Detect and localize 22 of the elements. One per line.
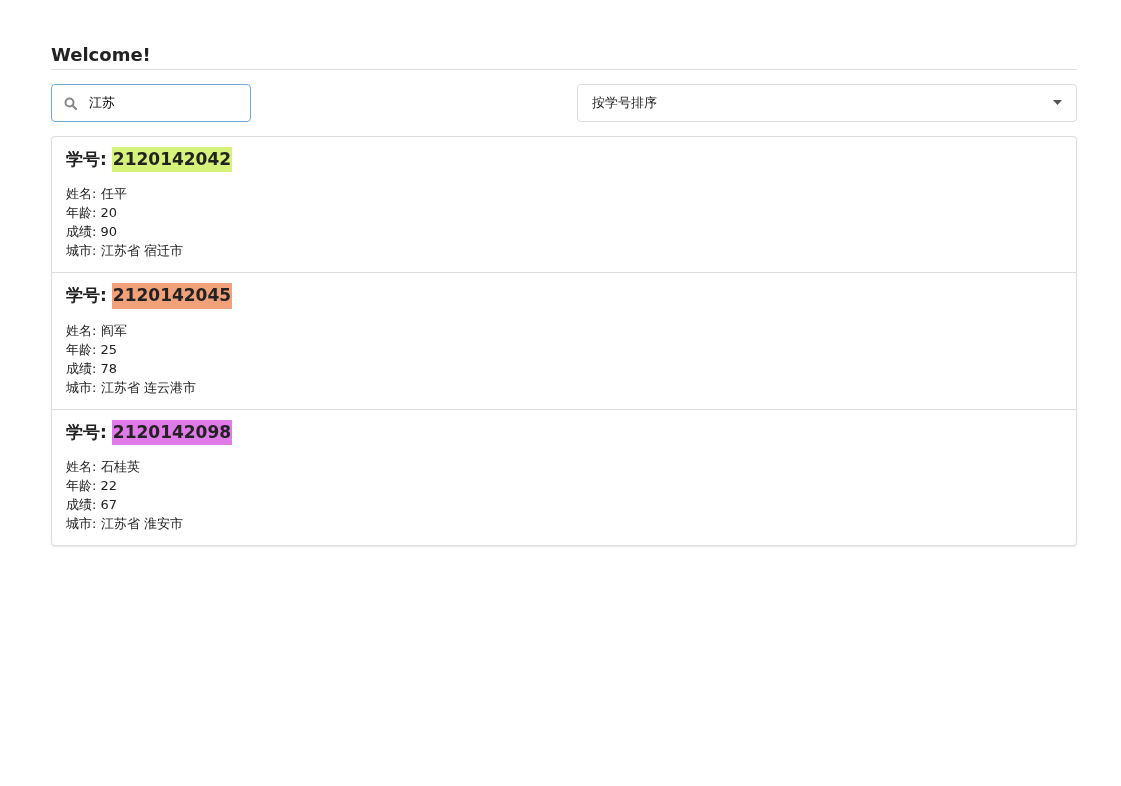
student-detail: 年龄: 22 xyxy=(66,477,119,496)
student-detail: 成绩: 90 xyxy=(66,223,119,242)
student-detail: 年龄: 25 xyxy=(66,340,119,359)
id-label: 学号: xyxy=(66,284,107,308)
student-detail: 城市: 江苏省 淮安市 xyxy=(66,515,184,534)
student-detail: 姓名: 石桂英 xyxy=(66,458,141,477)
caret-icon xyxy=(1053,100,1062,106)
student-id: 2120142045 xyxy=(111,283,233,309)
id-label: 学号: xyxy=(66,147,107,171)
student-id: 2120142042 xyxy=(111,146,233,173)
student-detail: 年龄: 20 xyxy=(66,204,119,223)
page-title: Welcome! xyxy=(51,44,1077,70)
student-detail: 成绩: 67 xyxy=(66,496,119,515)
search-field[interactable]: 江苏 xyxy=(51,83,251,122)
student-id: 2120142098 xyxy=(111,419,233,446)
student-detail: 城市: 江苏省 连云港市 xyxy=(66,378,197,397)
sort-dropdown[interactable]: 按学号排序 xyxy=(577,83,1077,122)
student-detail: 姓名: 任平 xyxy=(66,185,128,204)
student-detail: 成绩: 78 xyxy=(66,359,119,378)
id-label: 学号: xyxy=(66,420,107,444)
student-detail: 姓名: 阎军 xyxy=(66,321,128,340)
student-detail: 城市: 江苏省 宿迁市 xyxy=(66,242,184,261)
